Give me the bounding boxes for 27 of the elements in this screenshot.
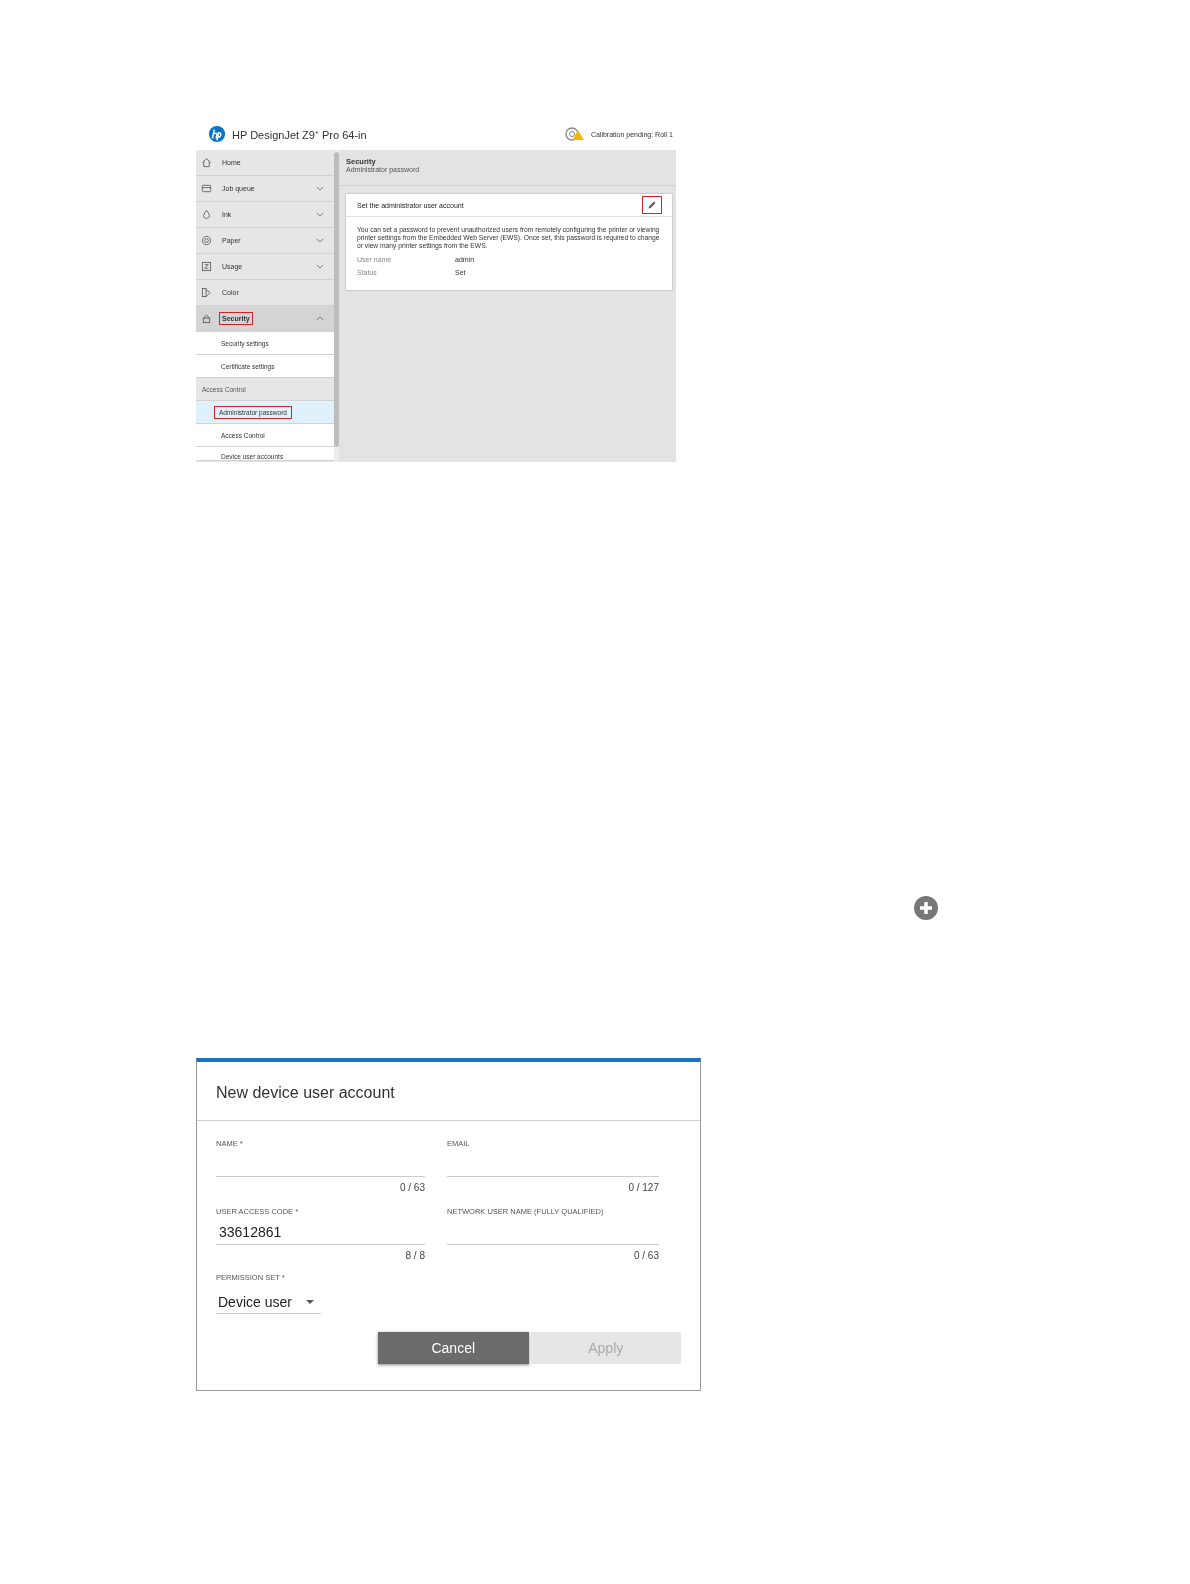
edit-button[interactable] xyxy=(642,196,662,214)
pencil-icon xyxy=(647,200,657,210)
tray-icon xyxy=(201,183,212,194)
chevron-icon xyxy=(316,186,324,191)
printer-name: HP DesignJet Z9⁺ Pro 64-in xyxy=(232,127,367,142)
chevron-icon xyxy=(316,264,324,269)
lock-icon xyxy=(201,313,212,324)
permission-dropdown[interactable]: Device user xyxy=(216,1290,321,1314)
swatch-icon xyxy=(201,287,212,298)
character-counter: 0 / 63 xyxy=(633,1250,659,1261)
cancel-button[interactable]: Cancel xyxy=(378,1332,529,1364)
chevron-icon xyxy=(316,238,324,243)
chevron-icon xyxy=(316,316,324,321)
character-counter: 0 / 127 xyxy=(628,1182,659,1193)
roll-icon xyxy=(201,235,212,246)
character-counter: 8 / 8 xyxy=(405,1250,425,1261)
input-field[interactable]: 33612861 xyxy=(216,1216,425,1245)
scrollbar[interactable] xyxy=(334,150,339,462)
dropdown-caret-icon xyxy=(305,1299,314,1304)
add-icon[interactable] xyxy=(914,896,938,920)
logo-icon xyxy=(208,125,226,143)
character-counter: 0 / 63 xyxy=(399,1182,425,1193)
chevron-icon xyxy=(316,212,324,217)
warning-icon xyxy=(564,127,585,141)
drop-icon xyxy=(201,209,212,220)
dialog-title: New device user account xyxy=(197,1062,700,1121)
home-icon xyxy=(201,157,212,168)
